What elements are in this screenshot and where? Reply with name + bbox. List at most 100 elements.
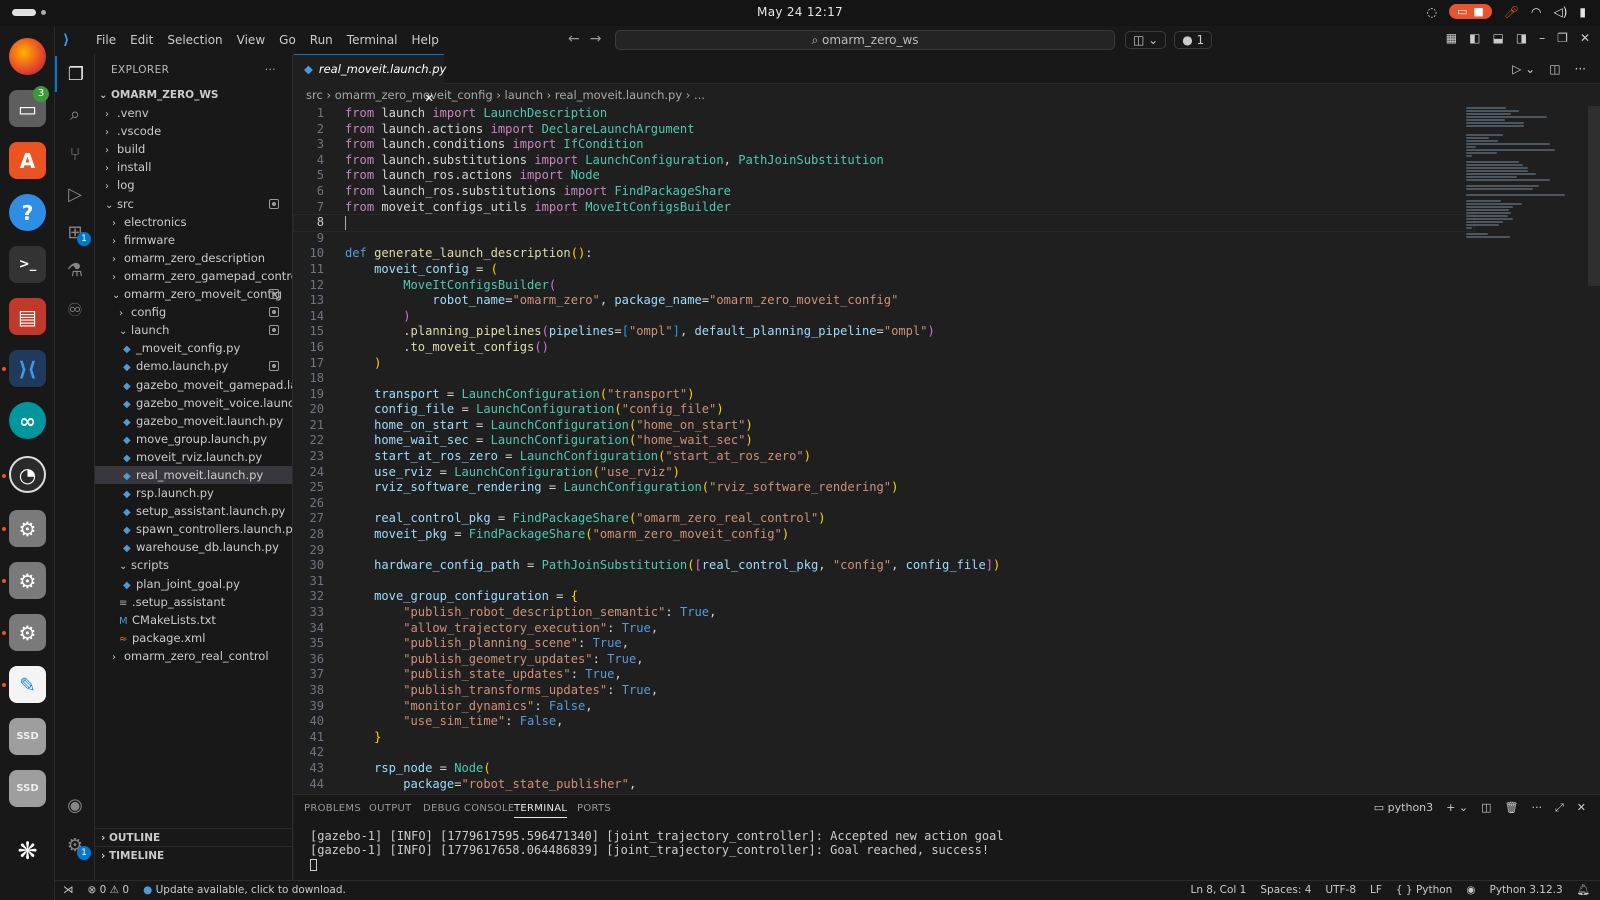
toggle-sidebar-icon[interactable]: ◧ [1469,31,1480,45]
drive-ssd-icon[interactable]: SSD [9,718,46,755]
menu-run[interactable]: Run [303,33,340,47]
tree-file[interactable]: M CMakeLists.txt [95,611,292,629]
close-panel-icon[interactable]: ✕ [1577,801,1586,815]
tree-file[interactable]: ◆ move_group.launch.py [95,430,292,448]
settings-gear-icon[interactable]: ⚙ [9,614,46,651]
terminal-output[interactable]: [gazebo-1] [INFO] [1779617595.596471340]… [310,829,1004,871]
maximize-icon[interactable]: ❐ [1557,31,1568,45]
terminal-shell-label[interactable]: ▭ python3 [1374,801,1433,815]
terminal-icon[interactable]: >_ [9,246,46,283]
obs-icon[interactable]: ◔ [9,456,46,493]
drive-ssd-icon[interactable]: SSD [9,770,46,807]
encoding[interactable]: UTF-8 [1325,881,1356,900]
copilot-icon[interactable]: ◉ [1466,881,1475,900]
tree-folder[interactable]: › log [95,176,292,194]
wifi-icon[interactable]: ◠ [1531,5,1541,19]
tree-file[interactable]: ≈ package.xml [95,629,292,647]
tree-file[interactable]: ◆ gazebo_moveit_voice.launch... [95,394,292,412]
new-terminal-icon[interactable]: + ⌄ [1446,801,1468,815]
menu-view[interactable]: View [230,33,272,47]
tree-file[interactable]: ◆ setup_assistant.launch.py [95,502,292,520]
tree-folder[interactable]: ⌄ launch [95,321,292,339]
command-center-search[interactable]: ⌕ omarm_zero_ws [615,30,1115,50]
problems-indicator[interactable]: ⊗ 0 ⚠ 0 [88,881,130,900]
remote-indicator-icon[interactable]: ⋊ [63,881,74,900]
run-debug-icon[interactable]: ▷ [55,176,95,212]
toggle-panel-icon[interactable]: ⬓ [1492,31,1503,45]
back-arrow-icon[interactable]: ← [568,31,590,47]
app-center-icon[interactable]: A [9,142,46,179]
tree-folder[interactable]: › omarm_zero_description [95,249,292,267]
cursor-position[interactable]: Ln 8, Col 1 [1190,881,1246,900]
notifications-bell-icon[interactable]: 🔔︎ [1577,881,1590,900]
split-editor-icon[interactable]: ◫ [1549,62,1560,76]
editor-scrollbar[interactable] [1588,106,1600,796]
tree-file[interactable]: ◆ gazebo_moveit.launch.py [95,412,292,430]
python-icon[interactable]: ♾ [55,292,95,328]
arduino-icon[interactable]: ∞ [9,402,46,439]
tree-folder[interactable]: › config [95,303,292,321]
system-monitor-icon[interactable]: ▤ [9,298,46,335]
help-icon[interactable]: ? [9,194,46,231]
firefox-icon[interactable] [9,38,46,75]
tree-folder[interactable]: ⌄ scripts [95,556,292,574]
screen-recording-indicator[interactable]: ▭ ■ [1448,4,1492,19]
tab-real-moveit-launch[interactable]: ◆ real_moveit.launch.py ✕ [294,54,446,105]
customize-layout-icon[interactable]: ▦ [1446,31,1457,45]
more-icon[interactable]: ··· [1531,801,1542,815]
more-icon[interactable]: ··· [1575,62,1586,76]
outline-section[interactable]: › OUTLINE [95,828,293,846]
forward-arrow-icon[interactable]: → [590,31,612,47]
extensions-icon[interactable]: ⊞ [55,214,95,250]
panel-tab[interactable]: DEBUG CONSOLE [423,803,514,814]
tree-file[interactable]: ◆ rsp.launch.py [95,484,292,502]
panel-tab[interactable]: OUTPUT [369,803,412,814]
tree-file[interactable]: ◆ gazebo_moveit_gamepad.la... [95,376,292,394]
tree-file[interactable]: ◆ moveit_rviz.launch.py [95,448,292,466]
tree-file[interactable]: ◆ real_moveit.launch.py [95,465,292,485]
python-interpreter[interactable]: Python 3.12.3 [1490,881,1563,900]
tree-file[interactable]: ◆ warehouse_db.launch.py [95,538,292,556]
run-file-icon[interactable]: ▷ ⌄ [1512,62,1535,76]
text-editor-icon[interactable]: ✎ [9,666,46,703]
code-editor[interactable]: 1 from launch import LaunchDescription 2 fr… [293,106,1475,796]
update-notice[interactable]: ● Update available, click to download. [143,881,346,900]
language-mode[interactable]: { } Python [1396,881,1452,900]
tree-file[interactable]: ◆ plan_joint_goal.py [95,575,292,593]
timeline-section[interactable]: › TIMELINE [95,846,293,864]
menu-selection[interactable]: Selection [160,33,229,47]
menu-terminal[interactable]: Terminal [340,33,405,47]
breadcrumb-item[interactable]: launch [505,88,543,102]
kill-terminal-icon[interactable]: 🗑︎ [1505,801,1519,815]
copilot-chat-button[interactable]: ◫ ⌄ [1125,31,1167,49]
menu-help[interactable]: Help [405,33,446,47]
search-icon[interactable]: ⌕ [55,96,95,132]
breadcrumb-item[interactable]: ... [694,88,705,102]
menu-edit[interactable]: Edit [123,33,160,47]
tree-file[interactable]: ◆ demo.launch.py [95,357,292,375]
menu-file[interactable]: File [89,33,123,47]
end-of-line[interactable]: LF [1370,881,1382,900]
minimap[interactable] [1466,106,1576,356]
vscode-icon[interactable]: ⟩⟨ [9,350,46,387]
ports-indicator[interactable]: ● 1 [1174,31,1213,49]
workspace-root[interactable]: ⌄ OMARM_ZERO_WS [95,86,292,104]
show-apps-icon[interactable]: ❋ [9,832,46,869]
minimize-icon[interactable]: – [1539,31,1545,45]
split-terminal-icon[interactable]: ◫ [1481,801,1491,815]
source-control-icon[interactable]: ⑂ [55,136,95,172]
tree-file[interactable]: ◆ _moveit_config.py [95,339,292,357]
panel-tab[interactable]: PROBLEMS [304,803,361,814]
status-icon[interactable]: ◌ [1426,5,1436,19]
maximize-panel-icon[interactable]: ⤢ [1555,801,1564,815]
tree-folder[interactable]: › electronics [95,213,292,231]
tree-folder[interactable]: › omarm_zero_real_control [95,647,292,665]
tree-folder[interactable]: › .vscode [95,122,292,140]
close-window-icon[interactable]: ✕ [1580,31,1590,45]
tree-folder[interactable]: › firmware [95,231,292,249]
microphone-icon[interactable]: 🎤︎ [1504,5,1519,19]
system-clock[interactable]: May 24 12:17 [0,5,1600,19]
settings-gear-icon[interactable]: ⚙ [9,510,46,547]
tree-file[interactable]: ≡ .setup_assistant [95,593,292,611]
tree-folder[interactable]: ⌄ omarm_zero_moveit_config [95,285,292,303]
